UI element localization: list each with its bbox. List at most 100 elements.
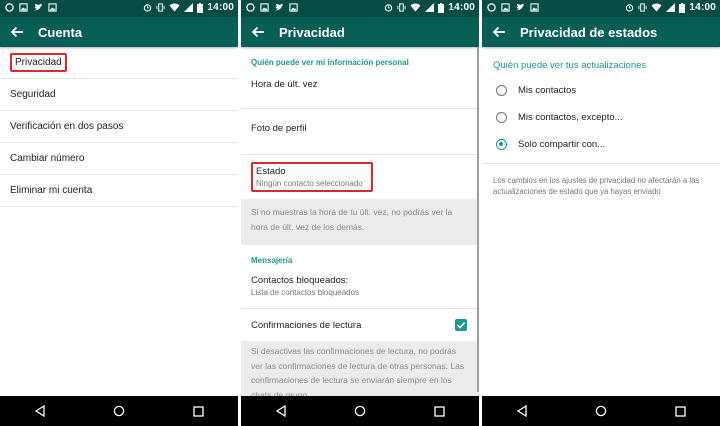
signal-icon (666, 3, 676, 12)
scrollbar[interactable] (477, 47, 479, 392)
settings-item-label: Privacidad (10, 53, 67, 72)
settings-item-label: Seguridad (10, 89, 56, 100)
nav-home-icon[interactable] (354, 405, 366, 417)
setting-label: Estado (256, 166, 286, 177)
setting-label: Hora de últ. vez (251, 79, 318, 90)
section-header-personal: Quién puede ver mi información personal (251, 58, 409, 67)
screen-privacidad: 14:00 Privacidad Quién puede ver mi info… (241, 0, 479, 426)
settings-item-label: Verificación en dos pasos (10, 121, 124, 132)
page-title: Privacidad (279, 24, 345, 40)
nav-back-icon[interactable] (34, 405, 46, 417)
wifi-icon (169, 3, 180, 12)
radio-button-selected[interactable] (496, 139, 507, 150)
twitter-icon (275, 3, 283, 11)
nav-back-icon[interactable] (516, 405, 528, 417)
alarm-icon (626, 4, 634, 12)
nav-bar (482, 396, 720, 426)
nav-recents-icon[interactable] (675, 405, 686, 417)
section-header-messaging: Mensajería (251, 256, 293, 265)
status-privacy-options: Quién puede ver tus actualizaciones Mis … (482, 47, 720, 396)
status-privacy-note: Los cambios en los ajustes de privacidad… (482, 163, 720, 197)
image-icon (48, 3, 57, 12)
app-bar: Cuenta (0, 17, 238, 47)
setting-read-receipts[interactable]: Confirmaciones de lectura (241, 309, 479, 341)
signal-icon (184, 3, 194, 12)
twitter-icon (34, 3, 42, 11)
app-bar: Privacidad de estados (482, 17, 720, 47)
alarm-icon (385, 4, 393, 12)
setting-sublabel: Ningún contacto seleccionado (256, 179, 363, 188)
nav-bar (0, 396, 238, 426)
status-bar: 14:00 (241, 0, 479, 17)
status-bar: 14:00 (482, 0, 720, 17)
whatsapp-icon (246, 3, 255, 12)
radio-button[interactable] (496, 112, 507, 123)
checkmark-icon (456, 322, 466, 329)
option-only-share-with[interactable]: Solo compartir con... (482, 131, 720, 158)
settings-item-change-number[interactable]: Cambiar número (0, 143, 238, 175)
status-time: 14:00 (448, 2, 475, 13)
setting-blocked-contacts[interactable]: Contactos bloqueados: Lista de contactos… (241, 271, 479, 309)
setting-label: Contactos bloqueados: (251, 275, 349, 286)
setting-status[interactable]: Estado Ningún contacto seleccionado (241, 155, 479, 199)
settings-item-privacy[interactable]: Privacidad (0, 47, 238, 79)
app-bar: Privacidad (241, 17, 479, 47)
nav-back-icon[interactable] (275, 405, 287, 417)
whatsapp-icon (5, 3, 14, 12)
battery-icon (679, 2, 686, 13)
settings-item-label: Cambiar número (10, 153, 85, 164)
battery-icon (197, 2, 204, 13)
read-receipts-checkbox[interactable] (455, 319, 467, 331)
settings-item-security[interactable]: Seguridad (0, 79, 238, 111)
option-label: Mis contactos (518, 85, 577, 96)
last-seen-note: Si no muestras la hora de tu últ. vez, n… (241, 199, 479, 245)
setting-sublabel: Lista de contactos bloqueados (251, 288, 360, 297)
nav-recents-icon[interactable] (193, 405, 204, 417)
image-icon (289, 3, 298, 12)
back-arrow-icon[interactable] (10, 25, 24, 39)
back-arrow-icon[interactable] (492, 25, 506, 39)
screen-privacidad-estados: 14:00 Privacidad de estados Quién puede … (482, 0, 720, 426)
signal-icon (425, 3, 435, 12)
setting-label: Foto de perfil (251, 123, 307, 134)
settings-item-delete-account[interactable]: Eliminar mi cuenta (0, 175, 238, 207)
read-receipts-note: Si desactivas las confirmaciones de lect… (241, 341, 479, 403)
image-icon (19, 3, 28, 12)
status-time: 14:00 (689, 2, 716, 13)
option-label: Mis contactos, excepto... (518, 112, 623, 123)
page-title: Cuenta (38, 24, 83, 40)
option-my-contacts[interactable]: Mis contactos (482, 77, 720, 104)
wifi-icon (651, 3, 662, 12)
image-icon (530, 3, 539, 12)
account-settings-list: Privacidad Seguridad Verificación en dos… (0, 47, 238, 396)
radio-button[interactable] (496, 85, 507, 96)
back-arrow-icon[interactable] (251, 25, 265, 39)
vibrate-icon (638, 3, 647, 12)
battery-icon (438, 2, 445, 13)
status-time: 14:00 (207, 2, 234, 13)
screen-cuenta: 14:00 Cuenta Privacidad Seguridad Verifi… (0, 0, 238, 426)
vibrate-icon (397, 3, 406, 12)
page-title: Privacidad de estados (520, 24, 658, 40)
setting-label: Confirmaciones de lectura (251, 320, 362, 331)
nav-home-icon[interactable] (595, 405, 607, 417)
image-icon (501, 3, 510, 12)
whatsapp-icon (487, 3, 496, 12)
wifi-icon (410, 3, 421, 12)
alarm-icon (144, 4, 152, 12)
settings-item-label: Eliminar mi cuenta (10, 185, 93, 196)
nav-bar (241, 396, 479, 426)
section-header-status: Quién puede ver tus actualizaciones (493, 60, 647, 71)
settings-item-two-step[interactable]: Verificación en dos pasos (0, 111, 238, 143)
privacy-settings-list: Quién puede ver mi información personal … (241, 47, 479, 403)
option-label: Solo compartir con... (518, 139, 606, 150)
nav-recents-icon[interactable] (434, 405, 445, 417)
image-icon (260, 3, 269, 12)
twitter-icon (516, 3, 524, 11)
option-my-contacts-except[interactable]: Mis contactos, excepto... (482, 104, 720, 131)
setting-last-seen[interactable]: Hora de últ. vez (241, 71, 479, 109)
nav-home-icon[interactable] (113, 405, 125, 417)
status-highlight-box: Estado Ningún contacto seleccionado (251, 162, 373, 192)
vibrate-icon (156, 3, 165, 12)
setting-profile-photo[interactable]: Foto de perfil (241, 109, 479, 155)
